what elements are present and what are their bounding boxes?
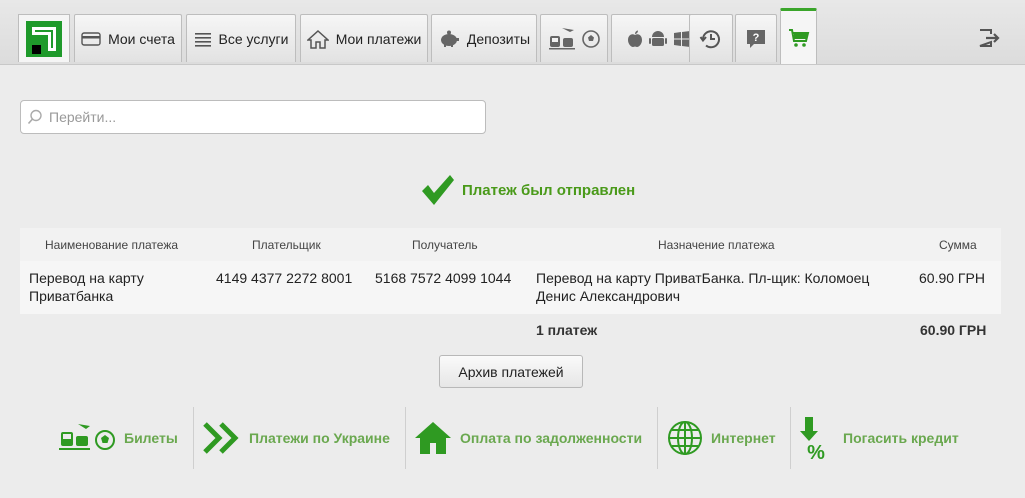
privatbank-logo[interactable] [18, 14, 70, 62]
quick-links: Билеты Платежи по Украине Оплата по задо… [0, 405, 1025, 470]
tab-label: Мои платежи [335, 30, 422, 47]
top-navigation-bar: Мои счета Все услуги Мои платежи Депозит… [0, 0, 1025, 65]
tab-label: Депозиты [466, 30, 531, 47]
history-clock-icon [699, 29, 720, 48]
list-icon [194, 32, 211, 47]
payments-table: Наименование платежа Плательщик Получате… [20, 228, 1001, 346]
status-message: Платеж был отправлен [462, 181, 636, 199]
cell-recipient: 5168 7572 4099 1044 [375, 270, 512, 286]
apple-icon [628, 30, 642, 47]
tab-history[interactable] [689, 14, 733, 62]
header-recipient: Получатель [412, 238, 478, 252]
house-icon [415, 421, 451, 454]
shortcut-internet[interactable]: Интернет [667, 405, 776, 470]
home-icon [306, 29, 329, 49]
tab-help[interactable]: ? [735, 14, 777, 62]
svg-text:%: % [807, 442, 825, 461]
shopping-cart-icon [788, 28, 809, 47]
percent-arrow-icon: % [800, 416, 825, 461]
cell-payer: 4149 4377 2272 8001 [216, 270, 353, 286]
header-amount: Сумма [939, 238, 977, 252]
svg-text:?: ? [753, 32, 760, 44]
shortcut-tickets[interactable]: Билеты [58, 405, 178, 470]
divider [193, 407, 194, 469]
total-amount: 60.90 ГРН [920, 322, 987, 338]
table-row: Перевод на карту Приватбанка 4149 4377 2… [20, 261, 1001, 314]
header-purpose: Назначение платежа [658, 238, 775, 252]
payments-archive-button[interactable]: Архив платежей [439, 355, 583, 388]
football-icon [582, 29, 600, 48]
cell-amount: 60.90 ГРН [919, 270, 985, 286]
tab-travel[interactable] [540, 14, 608, 62]
globe-icon [668, 420, 702, 455]
checkmark-icon [422, 175, 454, 205]
piggy-bank-icon [440, 30, 459, 47]
tab-all-services[interactable]: Все услуги [186, 14, 296, 62]
privatbank-logo-icon [26, 20, 62, 57]
android-icon [649, 30, 667, 46]
search-input[interactable] [47, 108, 471, 126]
shortcut-payments-ukraine[interactable]: Платежи по Украине [203, 405, 390, 470]
shortcut-label: Платежи по Украине [249, 429, 390, 446]
search-icon [27, 109, 42, 125]
tab-my-accounts[interactable]: Мои счета [74, 14, 182, 62]
divider [657, 407, 658, 469]
shortcut-debt-payment[interactable]: Оплата по задолженности [414, 405, 642, 470]
tab-cart[interactable] [780, 8, 817, 64]
divider [405, 407, 406, 469]
card-icon [81, 31, 101, 46]
payment-status: Платеж был отправлен [420, 172, 635, 208]
shortcut-label: Погасить кредит [843, 429, 959, 446]
tab-label: Мои счета [108, 30, 175, 47]
tab-my-payments[interactable]: Мои платежи [300, 14, 428, 62]
tab-label: Все услуги [218, 30, 289, 47]
divider [790, 407, 791, 469]
table-header: Наименование платежа Плательщик Получате… [20, 228, 1001, 261]
shortcut-label: Билеты [124, 429, 178, 446]
search-box[interactable] [20, 100, 486, 134]
logout-button[interactable] [978, 28, 1000, 48]
tickets-icon [59, 423, 115, 450]
shortcut-label: Оплата по задолженности [460, 429, 643, 446]
train-plane-icon [549, 27, 575, 49]
logout-icon [979, 29, 1000, 47]
total-count: 1 платеж [536, 322, 598, 338]
shortcut-label: Интернет [711, 429, 776, 446]
header-payer: Плательщик [252, 238, 321, 252]
tab-deposits[interactable]: Депозиты [431, 14, 537, 62]
table-total: 1 платеж 60.90 ГРН [20, 314, 1001, 346]
cell-purpose-line1: Перевод на карту ПриватБанка. Пл-щик: Ко… [536, 270, 870, 286]
shortcut-repay-credit[interactable]: % Погасить кредит [799, 405, 959, 470]
double-chevron-icon [203, 421, 239, 454]
cell-purpose-line2: Денис Александрович [536, 288, 681, 304]
cell-payment-name-line1: Перевод на карту [29, 270, 144, 286]
help-icon: ? [747, 29, 765, 48]
cell-payment-name-line2: Приватбанка [29, 288, 114, 304]
header-payment-name: Наименование платежа [45, 238, 179, 252]
